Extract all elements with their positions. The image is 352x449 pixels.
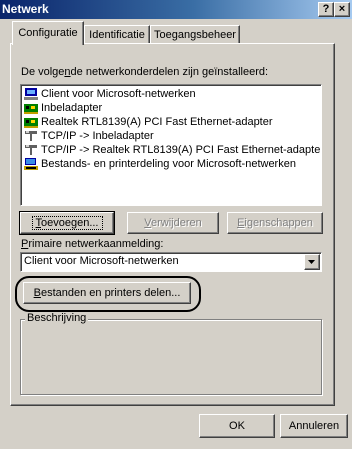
client-icon — [24, 88, 38, 100]
list-item[interactable]: Realtek RTL8139(A) PCI Fast Ethernet-ada… — [21, 115, 321, 129]
primary-logon-select[interactable]: Client voor Microsoft-netwerken — [20, 252, 322, 272]
window-title: Netwerk — [2, 2, 49, 16]
tab-toegangsbeheer[interactable]: Toegangsbeheer — [150, 25, 240, 44]
list-item[interactable]: TCP/IP -> Realtek RTL8139(A) PCI Fast Et… — [21, 143, 321, 157]
protocol-icon — [25, 145, 37, 155]
close-button[interactable]: × — [334, 2, 350, 17]
cancel-button[interactable]: Annuleren — [280, 414, 348, 438]
service-icon — [24, 158, 38, 170]
help-icon: ? — [322, 3, 330, 15]
dropdown-button[interactable] — [304, 254, 320, 270]
configuration-panel: De volgende netwerkonderdelen zijn geïns… — [10, 43, 335, 406]
description-group — [20, 319, 322, 395]
components-list[interactable]: Client voor Microsoft-netwerken Inbelada… — [20, 84, 322, 206]
installed-components-label: De volgende netwerkonderdelen zijn geïns… — [21, 66, 269, 78]
tab-label: Toegangsbeheer — [154, 29, 236, 41]
adapter-icon — [24, 118, 38, 128]
share-files-printers-button[interactable]: Bestanden en printers delen... — [23, 282, 191, 304]
list-item[interactable]: Inbeladapter — [21, 101, 321, 115]
tab-label: Configuratie — [18, 27, 78, 39]
primary-logon-value: Client voor Microsoft-netwerken — [24, 255, 179, 267]
title-bar: Netwerk ? × — [0, 0, 352, 19]
add-button[interactable]: Toevoegen... — [19, 211, 115, 235]
list-item[interactable]: Bestands- en printerdeling voor Microsof… — [21, 157, 321, 171]
list-item[interactable]: TCP/IP -> Inbeladapter — [21, 129, 321, 143]
protocol-icon — [25, 131, 37, 141]
close-icon: × — [338, 3, 346, 15]
help-button[interactable]: ? — [318, 2, 334, 17]
adapter-icon — [24, 104, 38, 114]
tab-configuratie[interactable]: Configuratie — [12, 21, 84, 45]
chevron-down-icon — [308, 260, 315, 264]
properties-button[interactable]: Eigenschappen — [227, 212, 323, 234]
description-label: Beschrijving — [25, 312, 89, 324]
tab-identificatie[interactable]: Identificatie — [84, 25, 150, 44]
primary-logon-label: Primaire netwerkaanmelding: — [21, 238, 164, 250]
remove-button[interactable]: Verwijderen — [127, 212, 219, 234]
list-item[interactable]: Client voor Microsoft-netwerken — [21, 87, 321, 101]
tab-label: Identificatie — [89, 29, 145, 41]
ok-button[interactable]: OK — [199, 414, 275, 438]
